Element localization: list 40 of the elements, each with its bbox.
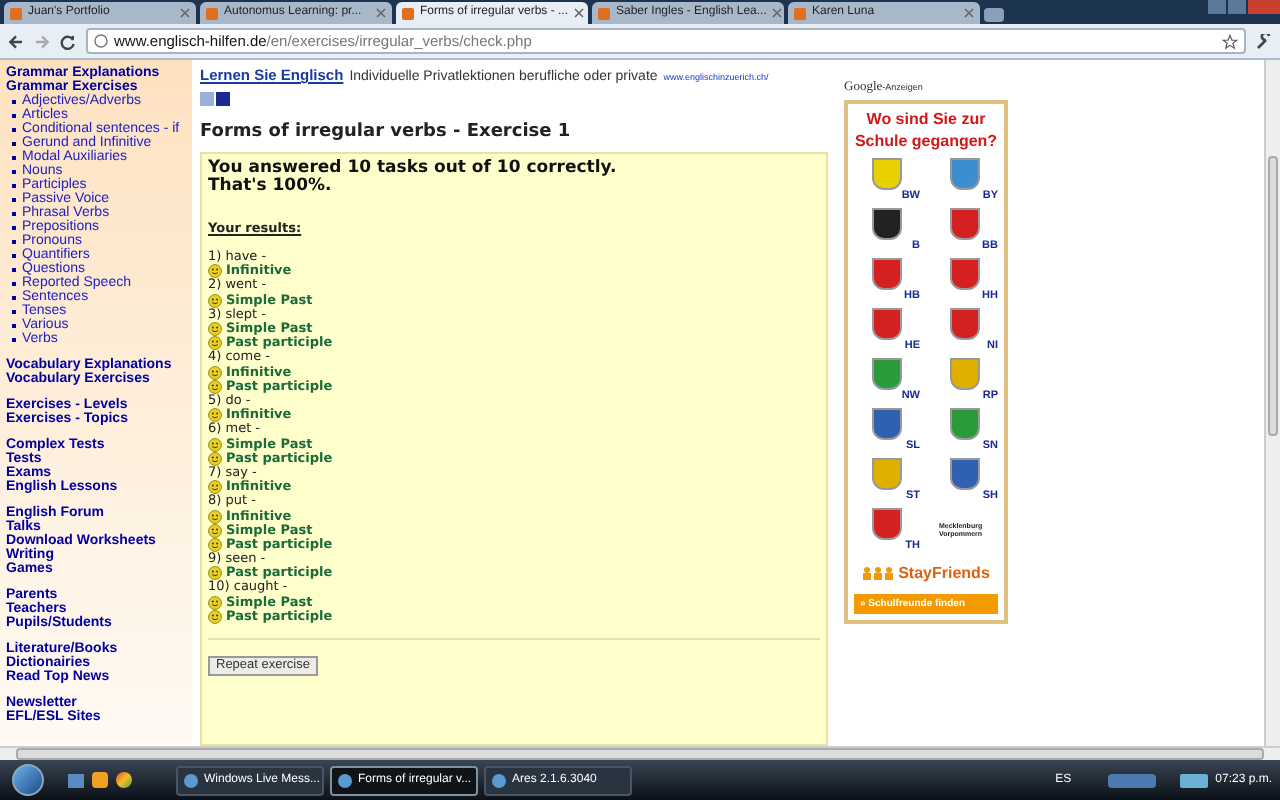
scrollbar-thumb[interactable]	[16, 748, 1264, 760]
back-icon[interactable]	[8, 33, 24, 49]
smiley-icon	[208, 408, 222, 423]
horizontal-scrollbar[interactable]	[0, 746, 1280, 760]
smiley-icon	[208, 293, 222, 308]
favicon-icon	[402, 7, 414, 19]
favicon-icon	[794, 7, 806, 19]
new-tab-button[interactable]	[984, 8, 1004, 22]
smiley-icon	[208, 264, 222, 279]
brand-name: StayFriends	[898, 561, 990, 586]
show-desktop-icon[interactable]	[68, 773, 84, 787]
app-icon	[184, 773, 198, 787]
forward-icon[interactable]	[34, 33, 50, 49]
favicon-icon	[206, 7, 218, 19]
favicon-icon	[598, 7, 610, 19]
app-icon	[492, 773, 506, 787]
ad-headline: Wo sind Sie zur Schule gegangen?	[854, 107, 998, 152]
start-button[interactable]	[12, 764, 44, 796]
browser-icon[interactable]	[116, 772, 132, 788]
close-icon[interactable]	[574, 8, 585, 18]
favicon-icon	[10, 7, 22, 19]
star-icon[interactable]	[1222, 33, 1238, 49]
close-icon[interactable]	[376, 8, 386, 18]
people-icon	[862, 566, 895, 581]
wrench-icon[interactable]	[1256, 33, 1272, 49]
exercise-title: Forms of irregular verbs - Exercise 1	[200, 119, 573, 145]
next-arrow-button[interactable]	[216, 91, 230, 105]
app-icon	[338, 773, 352, 787]
close-icon[interactable]	[964, 8, 974, 18]
globe-icon	[94, 34, 108, 48]
score-summary: You answered 10 tasks out of 10 correctly.	[208, 160, 619, 178]
smiley-icon	[208, 566, 222, 581]
reload-icon[interactable]	[60, 33, 76, 49]
smiley-icon	[208, 480, 222, 495]
score-summary: That's 100%.	[208, 178, 334, 196]
vertical-scrollbar[interactable]	[1264, 60, 1280, 746]
close-icon[interactable]	[180, 8, 190, 18]
scrollbar-thumb[interactable]	[1268, 156, 1278, 436]
media-player-icon[interactable]	[92, 772, 108, 788]
close-icon[interactable]	[772, 8, 783, 18]
